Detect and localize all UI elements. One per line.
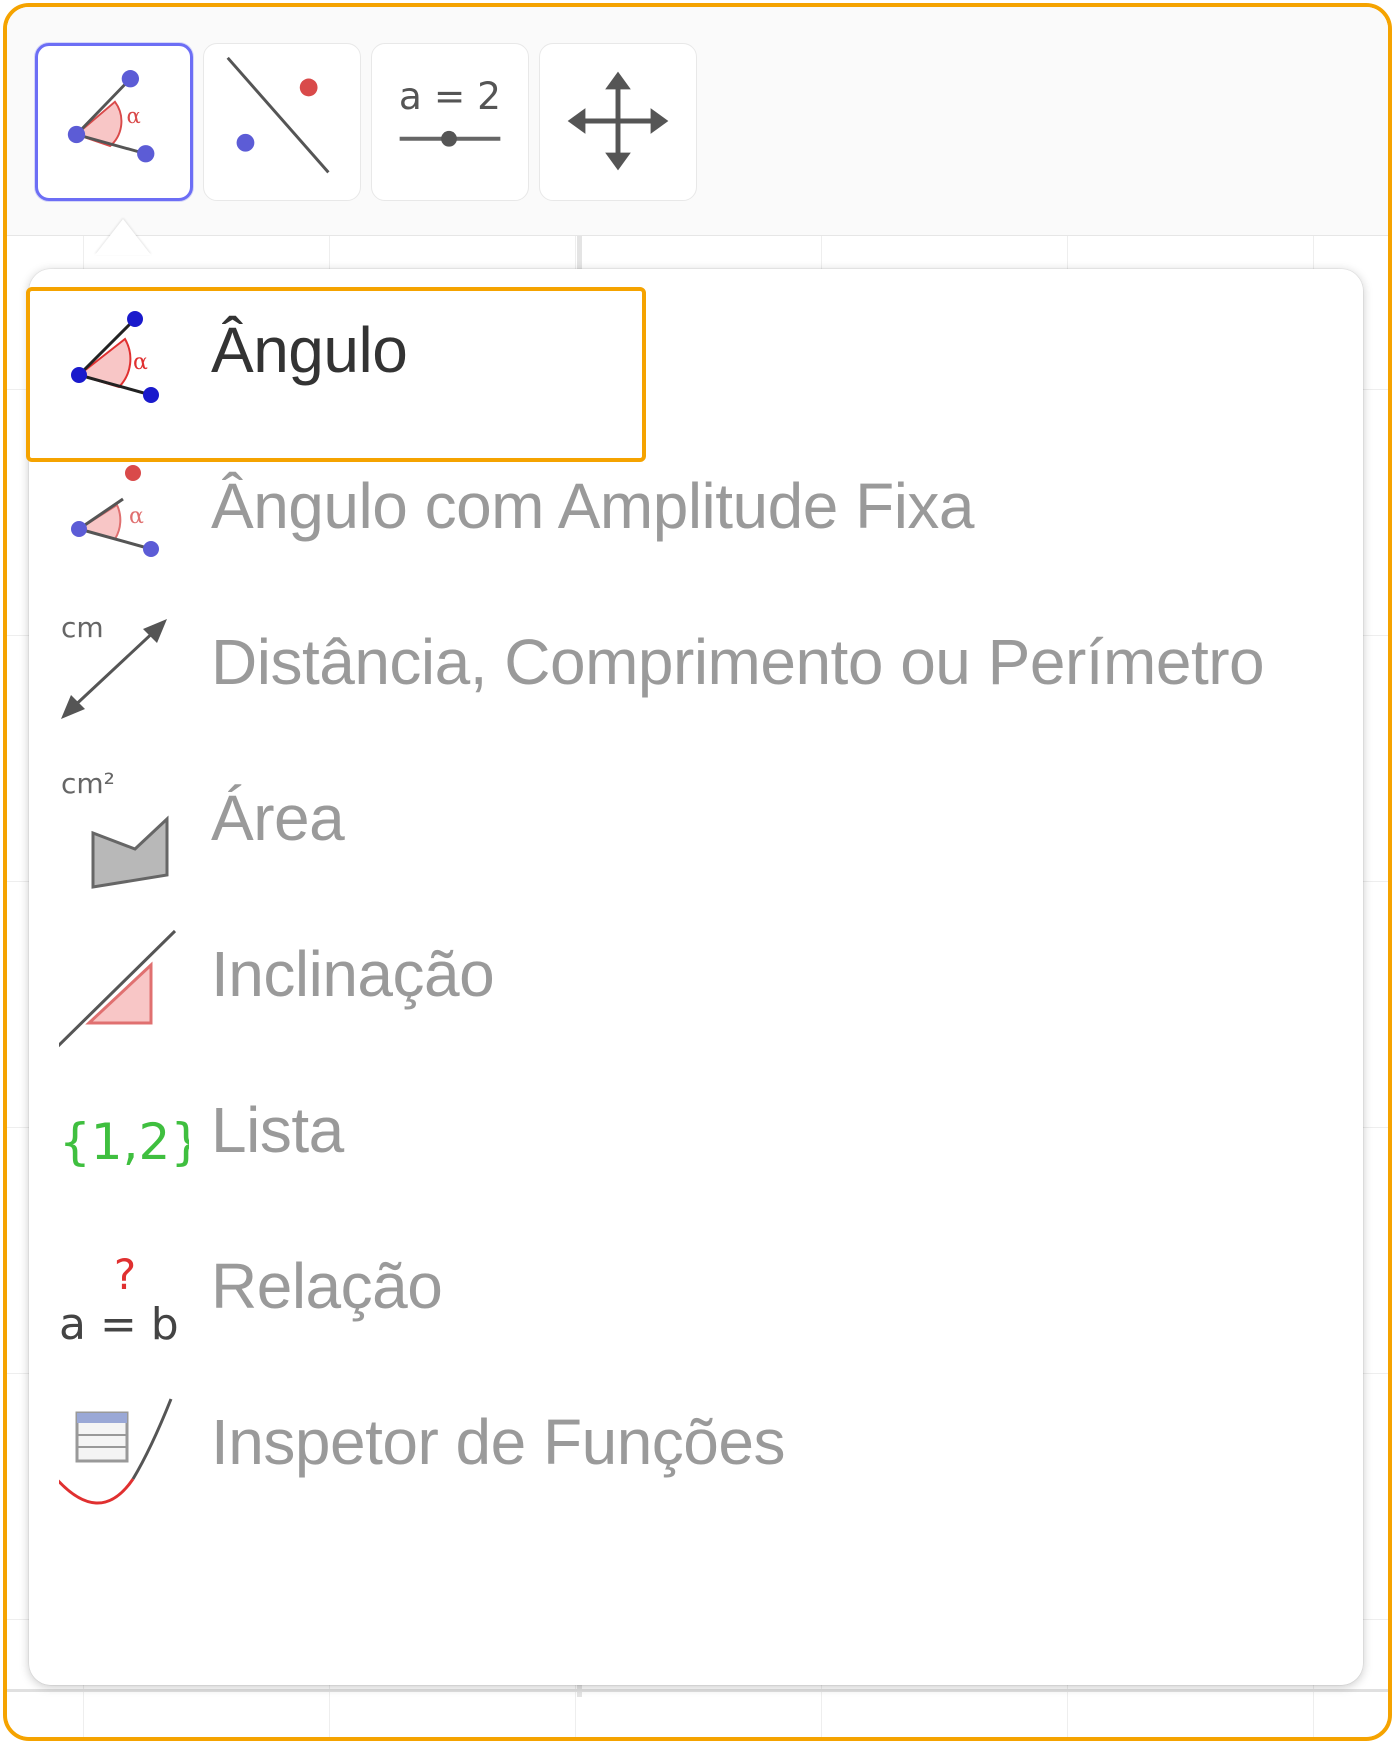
svg-text:α: α bbox=[129, 504, 144, 529]
relation-icon-text: a = b bbox=[59, 1299, 179, 1350]
menu-item-area[interactable]: cm² Área bbox=[29, 737, 1363, 909]
menu-item-angle-fixed-size[interactable]: α Ângulo com Amplitude Fixa bbox=[29, 425, 1363, 597]
menu-item-label: Lista bbox=[211, 1094, 344, 1166]
menu-item-label: Ângulo bbox=[211, 314, 408, 386]
x-axis-line bbox=[7, 1689, 1388, 1692]
slope-icon bbox=[51, 929, 177, 1053]
distance-icon: cm bbox=[61, 611, 167, 719]
menu-item-distance[interactable]: cm Distância, Comprimento ou Perímetro bbox=[29, 581, 1363, 753]
perpendicular-line-tool-button[interactable] bbox=[203, 43, 361, 201]
slider-tool-button[interactable]: a = 2 bbox=[371, 43, 529, 201]
relation-icon-mark: ? bbox=[114, 1250, 136, 1299]
list-icon-text: {1,2} bbox=[59, 1113, 189, 1171]
angle-icon: α bbox=[67, 70, 155, 163]
menu-item-label: Ângulo com Amplitude Fixa bbox=[211, 470, 975, 542]
area-icon: cm² bbox=[61, 767, 169, 889]
area-icon-text: cm² bbox=[61, 767, 115, 800]
list-icon: {1,2} bbox=[59, 1113, 202, 1171]
menu-item-label: Distância, Comprimento ou Perímetro bbox=[211, 626, 1265, 698]
move-graphics-view-tool-button[interactable] bbox=[539, 43, 697, 201]
toolbar: α a = 2 bbox=[7, 7, 1388, 236]
angle-tool-button[interactable]: α bbox=[35, 43, 193, 201]
menu-item-list[interactable]: {1,2} Lista bbox=[29, 1049, 1363, 1221]
svg-text:α: α bbox=[133, 350, 148, 375]
menu-item-label: Inclinação bbox=[211, 938, 495, 1010]
angle-icon: α bbox=[71, 311, 159, 403]
menu-item-label: Área bbox=[211, 782, 345, 854]
menu-item-angle[interactable]: α Ângulo bbox=[29, 269, 1363, 441]
slider-icon-label: a = 2 bbox=[399, 74, 501, 118]
menu-item-slope[interactable]: Inclinação bbox=[29, 893, 1363, 1065]
angle-fixed-size-icon: α bbox=[71, 465, 159, 557]
app-frame: α a = 2 α Ângulo α Ângulo com Amplitude … bbox=[3, 3, 1392, 1741]
distance-icon-text: cm bbox=[61, 611, 104, 644]
menu-item-relation[interactable]: ? a = b Relação bbox=[29, 1205, 1363, 1377]
relation-icon: ? a = b bbox=[59, 1250, 179, 1350]
function-inspector-icon bbox=[51, 1398, 173, 1505]
menu-item-function-inspector[interactable]: Inspetor de Funções bbox=[29, 1361, 1363, 1533]
perpendicular-line-icon bbox=[226, 56, 330, 174]
tool-submenu: α Ângulo α Ângulo com Amplitude Fixa cm … bbox=[29, 269, 1363, 1685]
menu-item-label: Relação bbox=[211, 1250, 443, 1322]
svg-text:α: α bbox=[127, 103, 141, 128]
popup-pointer bbox=[95, 219, 151, 255]
move-arrows-icon bbox=[567, 71, 669, 171]
menu-item-label: Inspetor de Funções bbox=[211, 1406, 785, 1478]
slider-icon: a = 2 bbox=[399, 74, 501, 147]
